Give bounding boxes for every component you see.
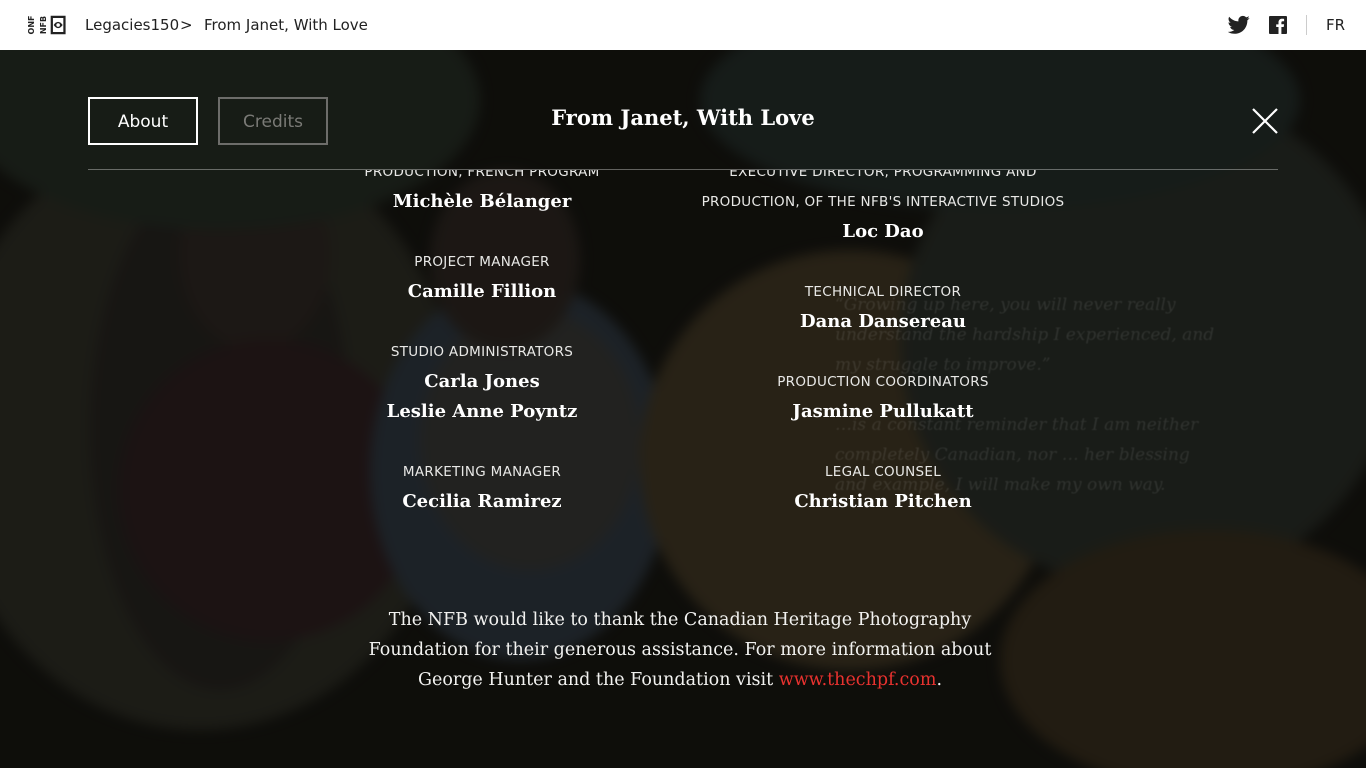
- credit-name: Michèle Bélanger: [392, 191, 572, 212]
- credit-name: Leslie Anne Poyntz: [386, 401, 578, 422]
- credit-role: Executive Director, Programming and: [729, 170, 1037, 180]
- topbar-divider: [1306, 15, 1307, 35]
- credit-name: Jasmine Pullukatt: [792, 401, 974, 422]
- credit-technical-director: Technical Director Dana Dansereau: [683, 277, 1083, 337]
- credit-production-french: Production, French Program Michèle Bélan…: [282, 170, 682, 217]
- thanks-paragraph: The NFB would like to thank the Canadian…: [360, 605, 1000, 695]
- credit-role: Legal Counsel: [824, 464, 942, 480]
- credit-name: Camille Fillion: [407, 281, 557, 302]
- credit-name: Loc Dao: [842, 221, 924, 242]
- tab-about[interactable]: About: [88, 97, 198, 145]
- chpf-link[interactable]: www.thechpf.com: [779, 670, 937, 690]
- credit-executive-director: Executive Director, Programming and Prod…: [683, 170, 1083, 247]
- credit-name: Carla Jones: [424, 371, 540, 392]
- breadcrumb-current: From Janet, With Love: [204, 16, 368, 34]
- nfb-logo[interactable]: ONF NFB: [22, 14, 66, 36]
- credit-role: Studio Administrators: [390, 344, 574, 360]
- credit-role: Production, of the NFB's Interactive Stu…: [701, 194, 1065, 210]
- logo-text-onf: ONF: [26, 15, 36, 35]
- credit-name: Cecilia Ramirez: [402, 491, 562, 512]
- modal-title: From Janet, With Love: [551, 105, 815, 130]
- top-bar: ONF NFB Legacies150 > From Janet, With L…: [0, 0, 1366, 50]
- twitter-icon[interactable]: [1228, 15, 1250, 35]
- credit-name: Christian Pitchen: [794, 491, 972, 512]
- credit-name: Dana Dansereau: [800, 311, 966, 332]
- credit-marketing-manager: Marketing Manager Cecilia Ramirez: [282, 457, 682, 517]
- credit-role: Marketing Manager: [402, 464, 562, 480]
- credit-legal-counsel: Legal Counsel Christian Pitchen: [683, 457, 1083, 517]
- credit-production-coordinators: Production Coordinators Jasmine Pullukat…: [683, 367, 1083, 427]
- close-icon[interactable]: [1250, 106, 1280, 136]
- facebook-icon[interactable]: [1269, 16, 1287, 34]
- credit-studio-administrators: Studio Administrators Carla Jones Leslie…: [282, 337, 682, 427]
- credit-role: Production Coordinators: [777, 374, 989, 390]
- thanks-end: .: [936, 670, 943, 690]
- credit-role: Production, French Program: [364, 170, 600, 180]
- breadcrumb-separator: >: [180, 16, 193, 34]
- credit-project-manager: Project Manager Camille Fillion: [282, 247, 682, 307]
- language-toggle[interactable]: FR: [1326, 0, 1345, 50]
- nfb-eye-icon: [50, 15, 66, 35]
- credit-role: Technical Director: [804, 284, 962, 300]
- modal-stage: “Growing up here, you will never really …: [0, 50, 1366, 768]
- tab-credits[interactable]: Credits: [218, 97, 328, 145]
- logo-text-nfb: NFB: [38, 15, 48, 35]
- breadcrumb-legacies150[interactable]: Legacies150: [85, 0, 179, 50]
- credit-role: Project Manager: [414, 254, 550, 270]
